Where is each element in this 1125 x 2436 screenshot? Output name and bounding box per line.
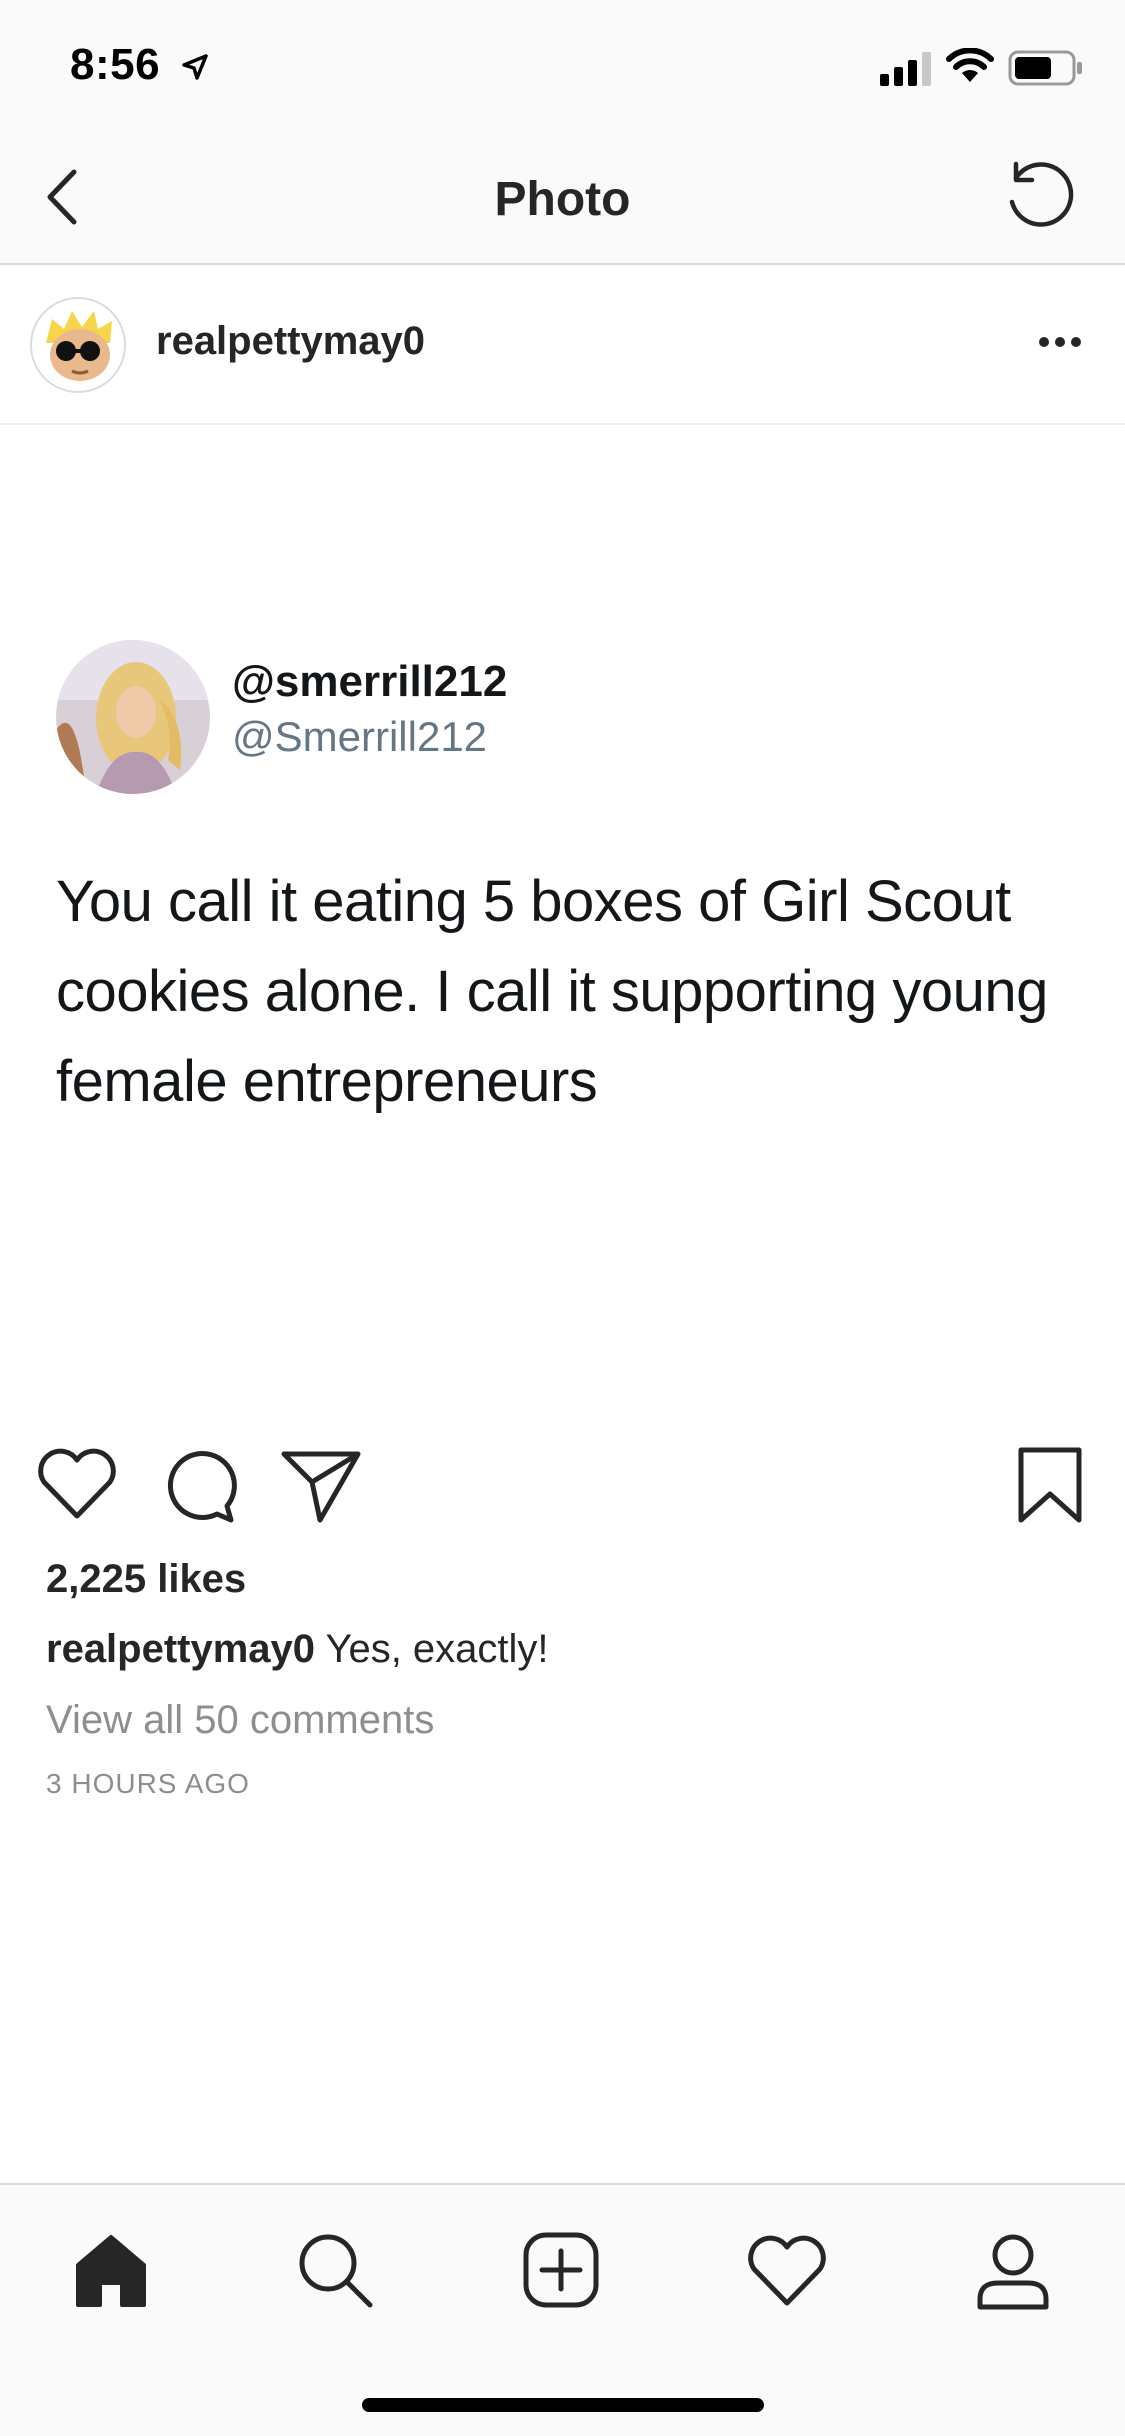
caption-username[interactable]: realpettymay0 <box>46 1627 315 1671</box>
tweet-display-name: @smerrill212 <box>232 657 508 706</box>
search-icon[interactable] <box>290 2225 380 2315</box>
home-indicator[interactable] <box>362 2398 764 2412</box>
avatar[interactable] <box>30 297 126 393</box>
paper-plane-icon[interactable] <box>276 1440 366 1530</box>
cartoon-avatar-icon <box>32 299 124 391</box>
add-icon[interactable] <box>516 2225 606 2315</box>
wifi-icon <box>946 48 994 82</box>
post-header: realpettymay0 <box>0 267 1125 425</box>
activity-heart-icon[interactable] <box>742 2225 832 2315</box>
post-timestamp: 3 HOURS AGO <box>46 1768 250 1799</box>
more-horizontal-icon[interactable] <box>1035 327 1085 357</box>
view-comments-link[interactable]: View all 50 comments <box>46 1698 434 1743</box>
profile-photo-icon <box>56 640 210 794</box>
status-time: 8:56 <box>70 40 161 89</box>
navigation-bar: Photo <box>0 132 1125 265</box>
bookmark-icon[interactable] <box>1005 1440 1095 1530</box>
post-actions <box>0 1440 1125 1540</box>
heart-icon[interactable] <box>32 1440 122 1530</box>
tweet-text: You call it eating 5 boxes of Girl Scout… <box>56 869 1048 1114</box>
comment-icon[interactable] <box>155 1440 245 1530</box>
post-caption: realpettymay0 Yes, exactly! <box>46 1627 549 1672</box>
tweet-handle: @Smerrill212 <box>232 713 488 760</box>
top-bar: 8:56 Photo <box>0 0 1125 265</box>
post-image[interactable]: @smerrill212 @Smerrill212 You call it ea… <box>0 427 1125 1427</box>
page-title: Photo <box>494 173 631 226</box>
refresh-icon[interactable] <box>1000 156 1080 236</box>
status-bar: 8:56 <box>0 0 1125 132</box>
home-icon[interactable] <box>66 2225 156 2315</box>
likes-count[interactable]: 2,225 likes <box>46 1557 246 1602</box>
cellular-signal-icon <box>880 52 931 86</box>
location-arrow-icon <box>182 54 208 80</box>
post-username[interactable]: realpettymay0 <box>156 319 425 364</box>
caption-text: Yes, exactly! <box>325 1627 549 1671</box>
profile-icon[interactable] <box>968 2225 1058 2315</box>
tweet-avatar <box>56 640 210 794</box>
battery-icon <box>1008 50 1082 86</box>
